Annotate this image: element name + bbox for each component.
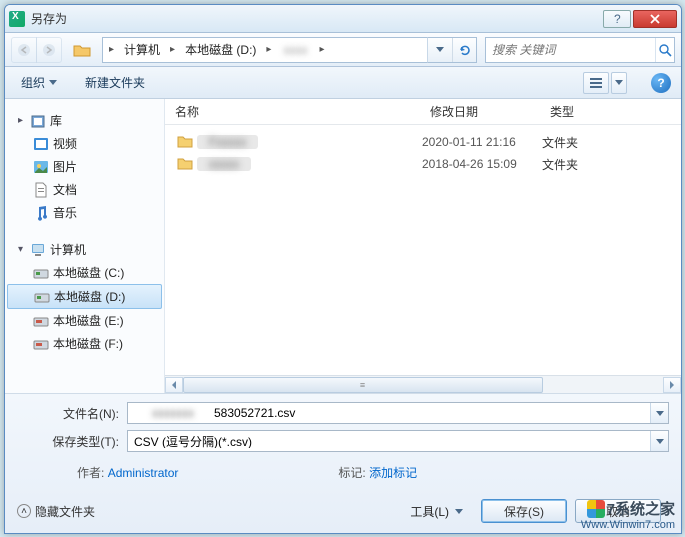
list-item[interactable]: Fxxxxx 2020-01-11 21:16 文件夹 xyxy=(165,131,681,153)
picture-icon xyxy=(33,159,49,175)
file-list[interactable]: Fxxxxx 2020-01-11 21:16 文件夹 xxxxx 2018-0… xyxy=(165,125,681,375)
back-button[interactable] xyxy=(11,37,37,63)
scroll-right-button[interactable] xyxy=(663,377,681,393)
scroll-left-button[interactable] xyxy=(165,377,183,393)
save-button[interactable]: 保存(S) xyxy=(481,499,567,523)
sidebar-drive-f[interactable]: 本地磁盘 (F:) xyxy=(5,332,164,355)
drive-icon xyxy=(34,289,50,305)
document-icon xyxy=(33,182,49,198)
expand-icon: ˄ xyxy=(17,504,31,518)
filename-combobox[interactable]: xxxxxxx583052721.csv xyxy=(127,402,669,424)
file-type: 文件夹 xyxy=(542,156,675,173)
filetype-combobox[interactable] xyxy=(127,430,669,452)
sidebar-library[interactable]: ▸库 xyxy=(5,109,164,132)
chevron-right-icon: ▸ xyxy=(262,44,275,55)
close-button[interactable] xyxy=(633,10,677,28)
sidebar-computer[interactable]: ▾计算机 xyxy=(5,238,164,261)
horizontal-scrollbar[interactable]: ≡ xyxy=(165,375,681,393)
forward-button[interactable] xyxy=(36,37,62,63)
filetype-value xyxy=(128,434,650,448)
chevron-down-icon[interactable] xyxy=(650,431,668,451)
column-date[interactable]: 修改日期 xyxy=(420,103,540,120)
filename-value: 583052721.csv xyxy=(214,406,295,420)
file-date: 2018-04-26 15:09 xyxy=(422,157,542,171)
folder-icon xyxy=(177,134,197,151)
drive-icon xyxy=(33,313,49,329)
file-name: Fxxxxx xyxy=(197,135,422,149)
file-name: xxxxx xyxy=(197,157,422,171)
file-type: 文件夹 xyxy=(542,134,675,151)
chevron-right-icon: ▸ xyxy=(315,44,328,55)
svg-text:?: ? xyxy=(614,14,621,24)
author-field: 作者: Administrator xyxy=(77,464,178,481)
sidebar-item-documents[interactable]: 文档 xyxy=(5,178,164,201)
scroll-thumb[interactable]: ≡ xyxy=(183,377,543,393)
breadcrumb-item-hidden[interactable]: xxxx xyxy=(275,43,315,57)
file-list-pane: 名称 修改日期 类型 Fxxxxx 2020-01-11 21:16 文件夹 x… xyxy=(165,99,681,393)
chevron-down-icon[interactable] xyxy=(650,403,668,423)
help-button[interactable]: ? xyxy=(603,10,631,28)
chevron-right-icon: ▸ xyxy=(105,44,118,55)
search-input[interactable] xyxy=(486,43,655,57)
breadcrumb-item[interactable]: 计算机 xyxy=(118,38,166,62)
music-icon xyxy=(33,205,49,221)
search-icon[interactable] xyxy=(655,38,674,62)
column-name[interactable]: 名称 xyxy=(165,103,420,120)
search-box[interactable] xyxy=(485,37,675,63)
titlebar: 另存为 ? xyxy=(5,5,681,33)
new-folder-button[interactable]: 新建文件夹 xyxy=(79,72,151,93)
excel-icon xyxy=(9,11,25,27)
column-headers: 名称 修改日期 类型 xyxy=(165,99,681,125)
column-type[interactable]: 类型 xyxy=(540,103,681,120)
filename-label: 文件名(N): xyxy=(17,405,127,422)
view-mode-button[interactable] xyxy=(583,72,609,94)
view-dropdown[interactable] xyxy=(611,72,627,94)
help-icon[interactable]: ? xyxy=(651,73,671,93)
sidebar-item-videos[interactable]: 视频 xyxy=(5,132,164,155)
navigation-bar: ▸ 计算机 ▸ 本地磁盘 (D:) ▸ xxxx ▸ xyxy=(5,33,681,67)
folder-icon xyxy=(177,156,197,173)
breadcrumb-dropdown[interactable] xyxy=(428,38,452,62)
window-title: 另存为 xyxy=(31,10,601,27)
sidebar: ▸库 视频 图片 文档 音乐 ▾计算机 本地磁盘 (C:) 本地磁盘 (D:) … xyxy=(5,99,165,393)
sidebar-drive-d[interactable]: 本地磁盘 (D:) xyxy=(7,284,162,309)
sidebar-drive-e[interactable]: 本地磁盘 (E:) xyxy=(5,309,164,332)
sidebar-item-music[interactable]: 音乐 xyxy=(5,201,164,224)
breadcrumb[interactable]: ▸ 计算机 ▸ 本地磁盘 (D:) ▸ xxxx ▸ xyxy=(102,37,427,63)
organize-button[interactable]: 组织 xyxy=(15,72,63,93)
list-item[interactable]: xxxxx 2018-04-26 15:09 文件夹 xyxy=(165,153,681,175)
library-icon xyxy=(30,113,46,129)
toolbar: 组织 新建文件夹 ? xyxy=(5,67,681,99)
chevron-right-icon: ▸ xyxy=(166,44,179,55)
folder-up-icon xyxy=(70,39,94,61)
save-as-dialog: 另存为 ? ▸ 计算机 ▸ 本地磁盘 (D:) ▸ xxxx ▸ xyxy=(4,4,682,534)
bottom-panel: 文件名(N): xxxxxxx583052721.csv 保存类型(T): 作者… xyxy=(5,394,681,533)
file-date: 2020-01-11 21:16 xyxy=(422,135,542,149)
sidebar-drive-c[interactable]: 本地磁盘 (C:) xyxy=(5,261,164,284)
breadcrumb-item[interactable]: 本地磁盘 (D:) xyxy=(179,38,262,62)
tools-menu[interactable]: 工具(L) xyxy=(400,500,473,523)
tags-field: 标记: 添加标记 xyxy=(338,464,417,481)
video-icon xyxy=(33,136,49,152)
main-area: ▸库 视频 图片 文档 音乐 ▾计算机 本地磁盘 (C:) 本地磁盘 (D:) … xyxy=(5,99,681,394)
author-value[interactable]: Administrator xyxy=(108,466,179,480)
sidebar-item-pictures[interactable]: 图片 xyxy=(5,155,164,178)
cancel-button[interactable]: 取消 xyxy=(575,499,661,523)
filetype-label: 保存类型(T): xyxy=(17,433,127,450)
hide-folders-toggle[interactable]: ˄隐藏文件夹 xyxy=(17,503,95,520)
computer-icon xyxy=(30,242,46,258)
drive-icon xyxy=(33,336,49,352)
tags-value[interactable]: 添加标记 xyxy=(369,466,417,480)
refresh-button[interactable] xyxy=(452,38,476,62)
drive-icon xyxy=(33,265,49,281)
